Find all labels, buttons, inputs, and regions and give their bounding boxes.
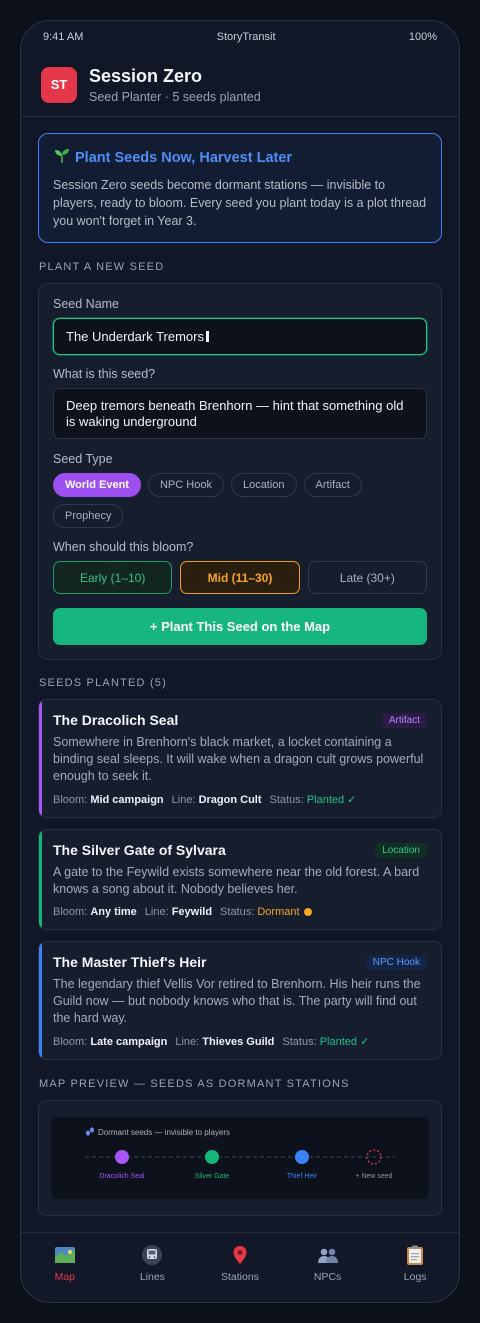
seed-meta: Bloom: Late campaign Line: Thieves Guild…	[53, 1035, 370, 1049]
map-preview-canvas[interactable]: Dormant seeds — invisible to players Dra…	[51, 1117, 429, 1199]
people-icon	[317, 1245, 339, 1265]
seed-description: The legendary thief Vellis Vor retired t…	[53, 977, 421, 1025]
seed-description: Somewhere in Brenhorn's black market, a …	[53, 735, 424, 783]
bloom-timing-options: Early (1–10) Mid (11–30) Late (30+)	[53, 561, 427, 594]
bloom-late-button[interactable]: Late (30+)	[307, 561, 427, 594]
seed-title: The Silver Gate of Sylvara	[53, 842, 226, 858]
map-preview-section-label: MAP PREVIEW — SEEDS AS DORMANT STATIONS	[39, 1078, 350, 1090]
seed-card[interactable]: The Master Thief's Heir NPC Hook The leg…	[38, 941, 442, 1060]
seed-meta: Bloom: Mid campaign Line: Dragon Cult St…	[53, 793, 357, 807]
seeds-planted-section-label: SEEDS PLANTED (5)	[39, 677, 167, 689]
tab-logs[interactable]: Logs	[371, 1233, 459, 1302]
main-content: Plant Seeds Now, Harvest Later Session Z…	[21, 117, 459, 1216]
seed-description-label: What is this seed?	[53, 367, 156, 381]
dormant-stations-line	[85, 1149, 395, 1165]
status-bar: 9:41 AM StoryTransit 100%	[21, 21, 459, 53]
text-cursor	[206, 331, 209, 342]
seed-line-value: Dragon Cult	[198, 793, 262, 806]
banner-body: Session Zero seeds become dormant statio…	[53, 178, 427, 228]
seed-line-value: Thieves Guild	[202, 1035, 275, 1048]
seed-type-prophecy[interactable]: Prophecy	[53, 504, 124, 528]
info-banner: Plant Seeds Now, Harvest Later Session Z…	[38, 133, 442, 243]
station-label-dracolich-seal: Dracolich Seal	[99, 1173, 145, 1180]
tab-stations[interactable]: Stations	[196, 1233, 284, 1302]
station-label-new-seed: + New seed	[355, 1173, 393, 1180]
status-time: 9:41 AM	[43, 31, 84, 43]
status-battery: 100%	[408, 31, 437, 43]
bloom-timing-label: When should this bloom?	[53, 540, 194, 554]
seed-status-value: Planted ✓	[319, 1036, 370, 1048]
seed-type-artifact[interactable]: Artifact	[303, 473, 362, 497]
seed-type-location[interactable]: Location	[230, 473, 297, 497]
seed-type-npc-hook[interactable]: NPC Hook	[147, 473, 224, 497]
dormant-dot-icon	[303, 908, 312, 916]
bloom-mid-button[interactable]: Mid (11–30)	[180, 561, 300, 594]
seed-type-badge: Artifact	[381, 712, 427, 728]
seed-line-value: Feywild	[171, 906, 213, 918]
banner-title: Plant Seeds Now, Harvest Later	[75, 150, 293, 166]
seed-type-world-event[interactable]: World Event	[53, 473, 141, 497]
plant-seed-form: Seed Name The Underdark Tremors What is …	[38, 283, 442, 660]
seed-type-badge: NPC Hook	[365, 954, 427, 970]
app-header: ST Session Zero Seed Planter · 5 seeds p…	[21, 53, 459, 117]
seed-type-label: Seed Type	[53, 452, 113, 466]
seed-bloom-value: Any time	[90, 906, 137, 918]
status-app-name: StoryTransit	[216, 31, 276, 43]
seedling-icon	[53, 148, 71, 168]
bottom-tab-bar: Map Lines Stations NPCs Logs	[21, 1232, 459, 1302]
plant-seed-section-label: PLANT A NEW SEED	[39, 261, 165, 273]
seed-card[interactable]: The Dracolich Seal Artifact Somewhere in…	[38, 699, 442, 818]
seed-title: The Dracolich Seal	[53, 712, 179, 728]
seed-meta: Bloom: Any time Line: Feywild Status: Do…	[53, 906, 427, 918]
seed-bloom-value: Mid campaign	[90, 793, 164, 806]
seed-description: A gate to the Feywild exists somewhere n…	[53, 865, 420, 896]
seed-title: The Master Thief's Heir	[53, 954, 207, 970]
seed-type-badge: Location	[375, 842, 427, 858]
seed-name-value: The Underdark Tremors	[66, 329, 204, 344]
map-preview-card: Dormant seeds — invisible to players Dra…	[38, 1100, 442, 1216]
station-label-thief-heir: Thief Heir	[286, 1173, 318, 1180]
page-title: Session Zero	[89, 65, 203, 86]
seed-name-input[interactable]: The Underdark Tremors	[53, 318, 427, 355]
train-icon	[141, 1245, 163, 1265]
page-subtitle: Seed Planter · 5 seeds planted	[89, 89, 261, 104]
plant-seed-button[interactable]: + Plant This Seed on the Map	[53, 608, 427, 645]
app-logo: ST	[41, 66, 77, 103]
seed-status-value: Dormant	[257, 906, 300, 918]
seed-name-label: Seed Name	[53, 297, 120, 311]
station-label-silver-gate: Silver Gate	[194, 1173, 230, 1180]
seed-description-input[interactable]: Deep tremors beneath Brenhorn — hint tha…	[53, 388, 427, 439]
tab-map[interactable]: Map	[21, 1233, 109, 1302]
pin-icon	[229, 1245, 251, 1265]
map-icon	[54, 1245, 76, 1265]
seed-status-value: Planted ✓	[306, 794, 357, 806]
seed-bloom-value: Late campaign	[90, 1035, 168, 1048]
station-dracolich-seal	[115, 1150, 129, 1164]
phone-frame: 9:41 AM StoryTransit 100% ST Session Zer…	[20, 20, 460, 1303]
tab-lines[interactable]: Lines	[109, 1233, 197, 1302]
station-silver-gate	[205, 1150, 219, 1164]
station-thief-heir	[295, 1150, 309, 1164]
seed-card[interactable]: The Silver Gate of Sylvara Location A ga…	[38, 829, 442, 930]
clipboard-icon	[404, 1245, 426, 1265]
bloom-early-button[interactable]: Early (1–10)	[53, 561, 173, 594]
tab-npcs[interactable]: NPCs	[284, 1233, 372, 1302]
seed-type-chips: World Event NPC Hook Location Artifact P…	[53, 473, 427, 528]
